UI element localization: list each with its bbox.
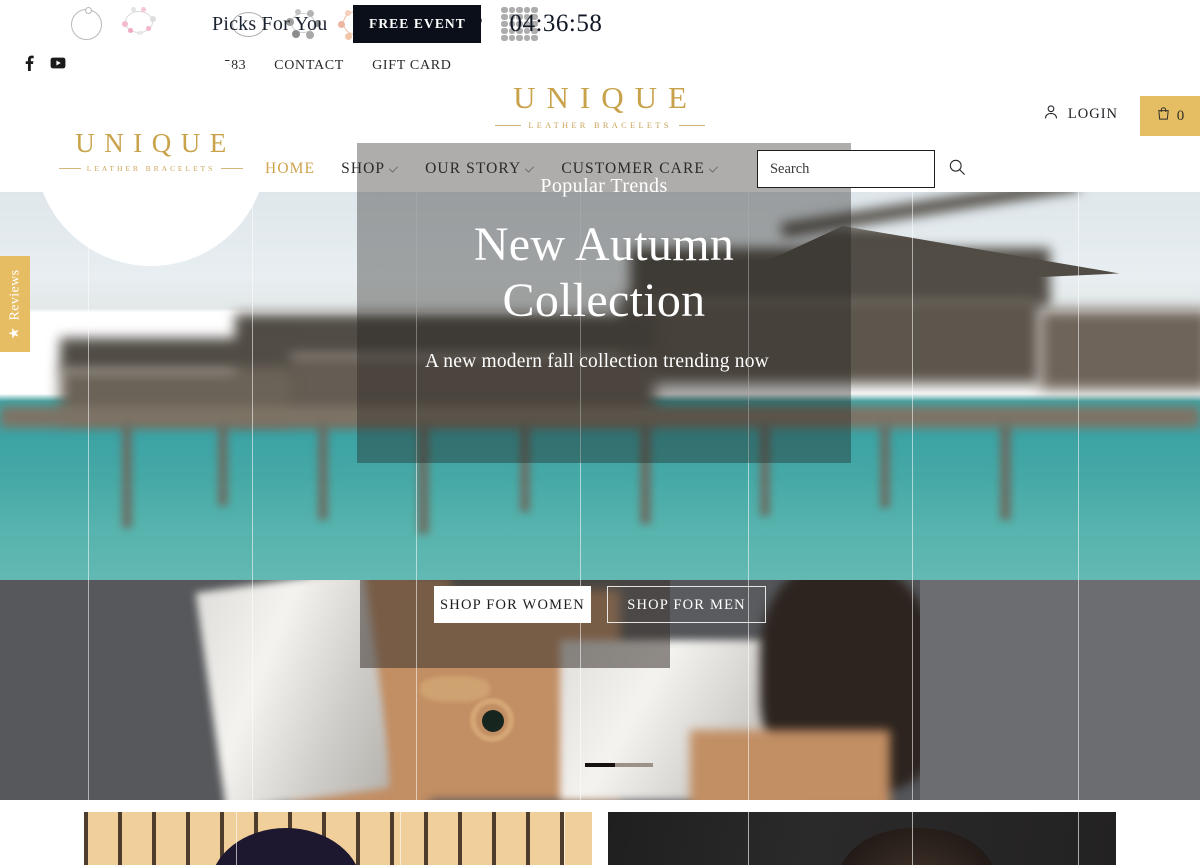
nav-item-home[interactable]: HOME (265, 160, 315, 178)
hero-cta-group: SHOP FOR WOMEN SHOP FOR MEN (0, 586, 1200, 623)
search-icon[interactable] (948, 158, 966, 181)
nav-item-our-story[interactable]: OUR STORY (425, 160, 535, 178)
nav-item-shop-label: SHOP (341, 160, 386, 177)
hoop-bracelet-icon (71, 7, 102, 40)
hero-title: New Autumn Collection (357, 217, 851, 329)
shop-for-women-button[interactable]: SHOP FOR WOMEN (434, 586, 591, 623)
nav-item-home-label: HOME (265, 160, 316, 177)
logo-circle-overlay: UNIQUE LEATHER BRACELETS (35, 34, 267, 266)
chevron-down-icon (708, 162, 719, 173)
portrait-hair-shape (838, 828, 996, 865)
nav-item-customer-care[interactable]: CUSTOMER CARE (561, 160, 719, 178)
brand-tagline-text: LEATHER BRACELETS (528, 121, 672, 130)
bottom-content-area (0, 800, 1200, 865)
nav-item-our-story-label: OUR STORY (425, 160, 522, 177)
star-icon: ★ (7, 326, 23, 339)
reviews-tab[interactable]: ★ Reviews (0, 256, 30, 352)
dark-object-shape (210, 828, 362, 865)
carousel-progress-indicator[interactable] (585, 763, 653, 767)
promo-thumb-hoop-bracelet[interactable] (60, 0, 114, 48)
nav-item-shop[interactable]: SHOP (341, 160, 399, 178)
dark-portrait-panel[interactable] (608, 812, 1116, 865)
cart-count: 0 (1176, 107, 1185, 124)
youtube-icon[interactable] (50, 55, 66, 71)
search-box[interactable] (756, 150, 965, 188)
shop-for-men-button[interactable]: SHOP FOR MEN (607, 586, 766, 623)
search-input[interactable] (769, 160, 948, 178)
hero-title-line2: Collection (502, 274, 706, 327)
countdown-timer: 04:36:58 (509, 10, 603, 37)
reviews-tab-inner: ★ Reviews (7, 269, 24, 339)
nav-item-customer-care-label: CUSTOMER CARE (561, 160, 705, 177)
login-label: LOGIN (1067, 106, 1118, 122)
facebook-icon[interactable] (22, 55, 38, 72)
contact-link[interactable]: CONTACT (274, 58, 344, 74)
shopping-bag-icon (1156, 106, 1171, 126)
gift-card-link[interactable]: GIFT CARD (372, 58, 452, 74)
circle-brand-tagline: LEATHER BRACELETS (59, 164, 243, 173)
wood-slat-panel[interactable] (84, 812, 592, 865)
cart-button[interactable]: 0 (1140, 96, 1200, 136)
login-button[interactable]: LOGIN (1043, 104, 1118, 125)
circle-brand-tagline-text: LEATHER BRACELETS (86, 163, 216, 173)
free-event-button[interactable]: FREE EVENT (353, 5, 482, 43)
chevron-down-icon (389, 162, 399, 173)
social-links (22, 55, 66, 72)
hero-title-line1: New Autumn (473, 218, 735, 271)
hero-subtitle: A new modern fall collection trending no… (425, 351, 769, 372)
circle-brand-name: UNIQUE (75, 127, 236, 158)
promo-label: Picks For You (212, 12, 328, 35)
user-icon (1043, 104, 1059, 125)
carousel-progress-fill (585, 763, 615, 767)
reviews-tab-label: Reviews (7, 269, 22, 321)
chevron-down-icon (525, 162, 535, 173)
